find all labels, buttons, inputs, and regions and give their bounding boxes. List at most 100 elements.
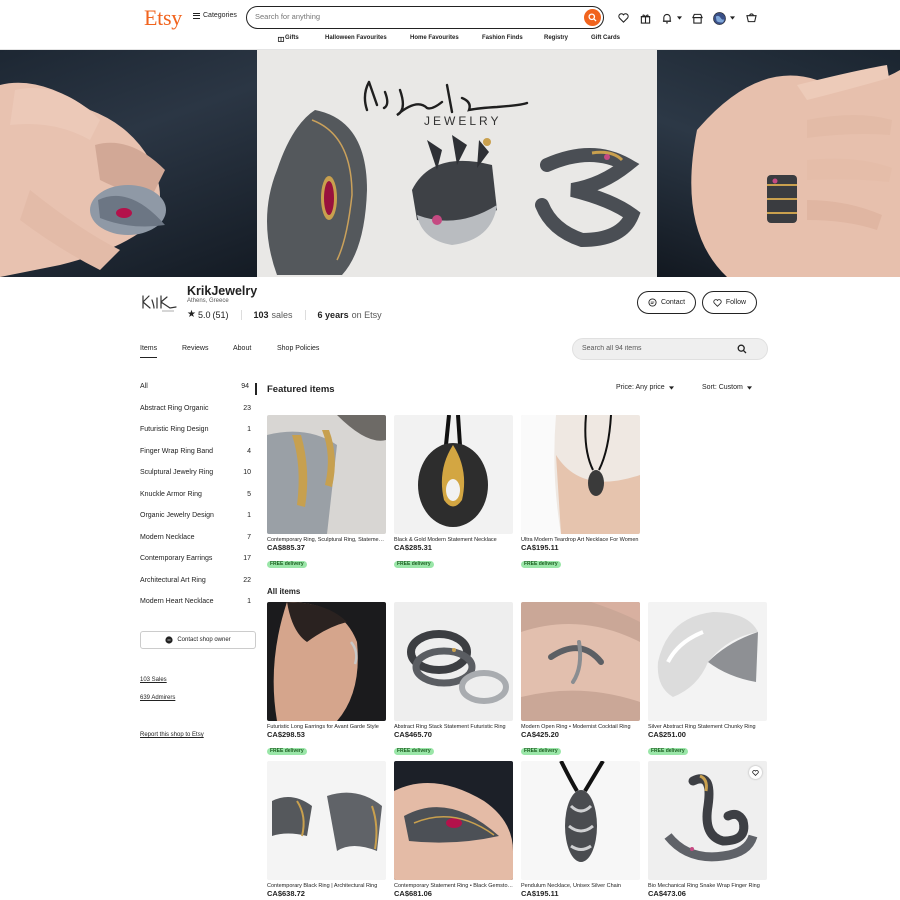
- listing-image[interactable]: [394, 761, 513, 880]
- listing-price: CA$425.20: [521, 730, 559, 739]
- subnav-registry[interactable]: Registry: [544, 35, 568, 41]
- shop-review-count[interactable]: (51): [212, 310, 228, 320]
- category-count: 94: [241, 383, 249, 390]
- report-shop-link[interactable]: Report this shop to Etsy: [140, 732, 204, 738]
- listing-image[interactable]: [648, 761, 767, 880]
- tab-shop-policies[interactable]: Shop Policies: [277, 345, 319, 352]
- free-delivery-badge: FREE delivery: [267, 748, 307, 755]
- chevron-down-icon[interactable]: [674, 11, 684, 25]
- listing-card[interactable]: Modern Open Ring • Modernist Cocktail Ri…: [521, 602, 640, 757]
- category-label: Abstract Ring Organic: [140, 404, 209, 412]
- sidebar-category-item[interactable]: Futuristic Ring Design 1: [140, 426, 257, 438]
- listing-image[interactable]: [394, 602, 513, 721]
- sidebar-category-item[interactable]: Finger Wrap Ring Band 4: [140, 448, 257, 460]
- listing-price: CA$251.00: [648, 730, 686, 739]
- search-input[interactable]: [255, 12, 575, 21]
- favorite-button[interactable]: [749, 766, 762, 779]
- listing-card[interactable]: Ultra Modern Teardrop Art Necklace For W…: [521, 415, 640, 570]
- shop-manager-icon[interactable]: [690, 11, 704, 25]
- gift-icon[interactable]: [638, 11, 652, 25]
- category-label: Organic Jewelry Design: [140, 512, 214, 519]
- contact-button[interactable]: Contact: [637, 291, 696, 314]
- account-chevron-down-icon[interactable]: [727, 11, 737, 25]
- categories-button[interactable]: Categories: [193, 12, 237, 19]
- menu-icon: [193, 12, 200, 19]
- sidebar-category-item[interactable]: All 94: [140, 383, 257, 395]
- star-icon: ★: [187, 309, 196, 320]
- chevron-down-icon: [668, 385, 674, 390]
- subnav-gift-cards[interactable]: Gift Cards: [591, 35, 620, 41]
- category-label: All: [140, 383, 148, 390]
- sales-link[interactable]: 103 Sales: [140, 677, 167, 683]
- shop-name: KrikJewelry: [187, 284, 258, 298]
- tab-reviews[interactable]: Reviews: [182, 345, 208, 352]
- sidebar-category-item[interactable]: Architectural Art Ring 22: [140, 577, 257, 589]
- listing-image[interactable]: [267, 602, 386, 721]
- category-count: 1: [247, 426, 251, 433]
- admirers-link[interactable]: 639 Admirers: [140, 695, 175, 701]
- category-count: 23: [243, 404, 251, 412]
- listing-image[interactable]: [394, 415, 513, 534]
- subnav-halloween[interactable]: Halloween Favourites: [325, 35, 387, 41]
- category-label: Architectural Art Ring: [140, 576, 206, 584]
- chevron-down-icon: [746, 385, 752, 390]
- subnav-fashion[interactable]: Fashion Finds: [482, 35, 523, 41]
- price-filter[interactable]: Price: Any price: [616, 384, 674, 391]
- listing-card[interactable]: Black & Gold Modern Statement Necklace C…: [394, 415, 513, 570]
- listing-card[interactable]: Futuristic Long Earrings for Avant Garde…: [267, 602, 386, 757]
- listing-card[interactable]: Bio Mechanical Ring Snake Wrap Finger Ri…: [648, 761, 767, 898]
- favorites-heart-icon[interactable]: [616, 11, 630, 25]
- sidebar-category-item[interactable]: Contemporary Earrings 17: [140, 555, 257, 567]
- listing-price: CA$885.37: [267, 543, 305, 552]
- follow-label: Follow: [725, 299, 747, 306]
- category-count: 22: [243, 576, 251, 584]
- search-icon[interactable]: [737, 344, 747, 354]
- banner-brand-subtitle: JEWELRY: [424, 114, 502, 128]
- notifications-bell-icon[interactable]: [660, 11, 674, 25]
- listing-image[interactable]: [521, 415, 640, 534]
- listing-image[interactable]: [521, 602, 640, 721]
- listing-card[interactable]: Pendulum Necklace, Unisex Silver Chain C…: [521, 761, 640, 898]
- subnav-home[interactable]: Home Favourites: [410, 35, 459, 41]
- listing-price: CA$465.70: [394, 730, 432, 739]
- etsy-logo[interactable]: Etsy: [144, 5, 182, 31]
- sidebar-category-item[interactable]: Modern Heart Necklace 1: [140, 598, 257, 610]
- listing-card[interactable]: Contemporary Ring, Sculptural Ring, Stat…: [267, 415, 386, 570]
- listing-card[interactable]: Contemporary Statement Ring • Black Gems…: [394, 761, 513, 898]
- chat-icon: [648, 298, 657, 307]
- sidebar-category-item[interactable]: Organic Jewelry Design 1: [140, 512, 257, 524]
- follow-button[interactable]: Follow: [702, 291, 757, 314]
- listing-price: CA$473.06: [648, 889, 686, 898]
- free-delivery-badge: FREE delivery: [521, 748, 561, 755]
- sidebar-category-item[interactable]: Abstract Ring Organic 23: [140, 405, 257, 417]
- listing-image[interactable]: [648, 602, 767, 721]
- site-header: Etsy Categories Gifts Halloween Favour: [0, 0, 900, 50]
- cart-icon[interactable]: [744, 11, 758, 25]
- listing-price: CA$681.06: [394, 889, 432, 898]
- shop-sales-value: 103: [253, 309, 269, 320]
- featured-items-title: Featured items: [267, 384, 335, 395]
- listing-card[interactable]: Abstract Ring Stack Statement Futuristic…: [394, 602, 513, 757]
- shop-search-input[interactable]: [582, 345, 732, 352]
- listing-card[interactable]: Silver Abstract Ring Statement Chunky Ri…: [648, 602, 767, 757]
- tab-items[interactable]: Items: [140, 345, 158, 358]
- search-button[interactable]: [584, 9, 601, 26]
- category-count: 5: [247, 490, 251, 498]
- listing-image[interactable]: [267, 415, 386, 534]
- listing-card[interactable]: Contemporary Black Ring | Architectural …: [267, 761, 386, 898]
- subnav-gifts-label: Gifts: [285, 35, 299, 41]
- category-count: 1: [247, 512, 251, 519]
- subnav-gifts[interactable]: Gifts: [277, 35, 299, 43]
- free-delivery-badge: FREE delivery: [521, 561, 561, 568]
- sidebar-category-item[interactable]: Knuckle Armor Ring 5: [140, 491, 257, 503]
- listing-image[interactable]: [267, 761, 386, 880]
- shop-years-word: on Etsy: [351, 309, 382, 320]
- sidebar-category-item[interactable]: Sculptural Jewelry Ring 10: [140, 469, 257, 481]
- account-avatar-icon[interactable]: [712, 11, 726, 25]
- listing-image[interactable]: [521, 761, 640, 880]
- sidebar-category-item[interactable]: Modern Necklace 7: [140, 534, 257, 546]
- tab-about[interactable]: About: [233, 345, 251, 352]
- contact-label: Contact: [660, 299, 686, 306]
- contact-shop-owner-button[interactable]: Contact shop owner: [140, 631, 256, 649]
- sort-filter[interactable]: Sort: Custom: [702, 384, 752, 391]
